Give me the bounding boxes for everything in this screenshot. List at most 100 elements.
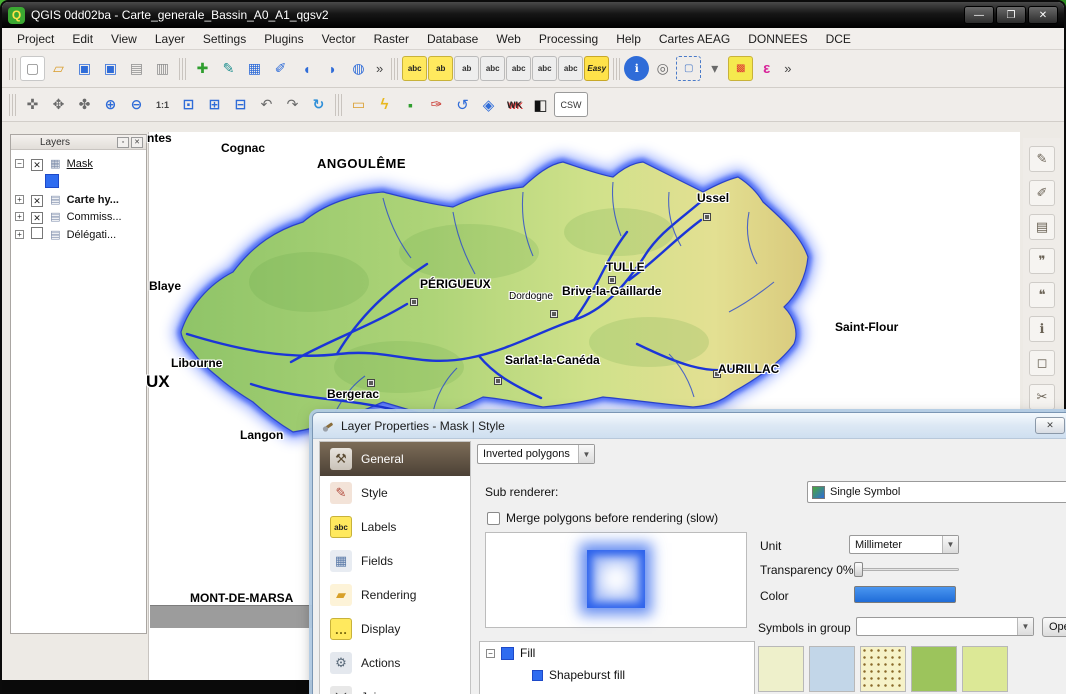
zoom-in-icon[interactable]: ⊕ bbox=[98, 92, 123, 117]
chevron-down-icon[interactable]: ▼ bbox=[578, 445, 594, 463]
layer-checkbox[interactable]: ✕ bbox=[31, 195, 43, 207]
georeferencer-icon[interactable]: ◈ bbox=[476, 92, 501, 117]
layer-label[interactable]: Commiss... bbox=[67, 211, 122, 223]
layer-checkbox[interactable]: ✕ bbox=[31, 159, 43, 171]
mask-tool-icon[interactable]: ◧ bbox=[528, 92, 553, 117]
tree-expander-icon[interactable]: + bbox=[15, 195, 24, 204]
save-project-icon[interactable]: ▣ bbox=[72, 56, 97, 81]
chevron-down-icon[interactable]: ▼ bbox=[1017, 618, 1033, 635]
layer-label[interactable]: Mask bbox=[67, 158, 93, 170]
zoom-layer-icon[interactable]: ⊟ bbox=[228, 92, 253, 117]
form-annotation-icon[interactable]: ❝ bbox=[1029, 282, 1055, 308]
style-pen-icon[interactable]: ✐ bbox=[1029, 180, 1055, 206]
tree-expander-icon[interactable]: + bbox=[15, 212, 24, 221]
unit-select[interactable]: Millimeter ▼ bbox=[849, 535, 959, 554]
panel-close-button[interactable]: ✕ bbox=[131, 137, 143, 148]
chevron-down-icon[interactable]: ▼ bbox=[942, 536, 958, 553]
close-button[interactable]: ✕ bbox=[1028, 6, 1058, 24]
wkt-icon[interactable]: WK bbox=[502, 92, 527, 117]
zoom-full-icon[interactable]: ⊡ bbox=[176, 92, 201, 117]
new-composer-icon[interactable]: ▤ bbox=[124, 56, 149, 81]
menu-item[interactable]: Raster bbox=[365, 30, 418, 48]
slider-track[interactable] bbox=[854, 568, 959, 571]
dialog-titlebar[interactable]: Layer Properties - Mask | Style ✕ bbox=[313, 413, 1066, 439]
maximize-button[interactable]: ❐ bbox=[996, 6, 1026, 24]
label-abc-icon[interactable]: abc bbox=[402, 56, 427, 81]
toolbar-grip[interactable] bbox=[179, 58, 186, 80]
label-circle-icon[interactable]: ab bbox=[454, 56, 479, 81]
zoom-next-icon[interactable]: ↷ bbox=[280, 92, 305, 117]
label-pin-icon[interactable]: abc bbox=[532, 56, 557, 81]
open-library-button[interactable]: Ope bbox=[1042, 617, 1066, 637]
move-item-icon[interactable]: ◻ bbox=[1029, 350, 1055, 376]
open-project-icon[interactable]: ▱ bbox=[46, 56, 71, 81]
menu-item[interactable]: Web bbox=[487, 30, 529, 48]
layer-checkbox[interactable]: ✕ bbox=[31, 212, 43, 224]
dialog-close-button[interactable]: ✕ bbox=[1035, 417, 1065, 434]
menu-item[interactable]: Cartes AEAG bbox=[650, 30, 739, 48]
add-feature-icon[interactable]: ✚ bbox=[190, 56, 215, 81]
toolbar-grip[interactable] bbox=[335, 94, 342, 116]
pan-icon[interactable]: ✥ bbox=[46, 92, 71, 117]
csw-button[interactable]: CSW bbox=[554, 92, 588, 117]
save-edits-icon[interactable]: ▦ bbox=[242, 56, 267, 81]
globe-icon[interactable]: ◍ bbox=[346, 56, 371, 81]
identify-icon[interactable]: ℹ bbox=[624, 56, 649, 81]
annotation-icon[interactable]: ▩ bbox=[728, 56, 753, 81]
toolbar-grip[interactable] bbox=[9, 58, 16, 80]
refresh-icon[interactable]: ↻ bbox=[306, 92, 331, 117]
menu-item[interactable]: Settings bbox=[194, 30, 255, 48]
layer-checkbox[interactable] bbox=[31, 227, 43, 239]
layer-item[interactable]: + ▤ Délégati... bbox=[13, 226, 144, 244]
minimize-button[interactable]: — bbox=[964, 6, 994, 24]
undo-icon[interactable]: ↺ bbox=[450, 92, 475, 117]
symbol-swatch[interactable] bbox=[911, 646, 957, 692]
dialog-tab[interactable]: ✎ Style bbox=[320, 476, 470, 510]
layer-label[interactable]: Carte hy... bbox=[67, 194, 119, 206]
tree-expander-icon[interactable]: − bbox=[486, 649, 495, 658]
scissors-icon[interactable]: ✂ bbox=[1029, 384, 1055, 410]
menu-item[interactable]: Processing bbox=[530, 30, 607, 48]
transparency-slider[interactable] bbox=[854, 561, 959, 577]
renderer-select[interactable]: Inverted polygons ▼ bbox=[477, 444, 595, 464]
select-region-icon[interactable]: ▢ bbox=[676, 56, 701, 81]
zoom-selection-icon[interactable]: ⊞ bbox=[202, 92, 227, 117]
layer-item[interactable]: + ✕ ▤ Carte hy... bbox=[13, 192, 144, 209]
menu-item[interactable]: Database bbox=[418, 30, 487, 48]
dialog-tab[interactable]: … Display bbox=[320, 612, 470, 646]
epsilon-icon[interactable]: ε bbox=[754, 56, 779, 81]
window-titlebar[interactable]: Q QGIS 0dd02ba - Carte_generale_Bassin_A… bbox=[2, 2, 1064, 28]
menu-item[interactable]: View bbox=[102, 30, 146, 48]
toolbar-overflow-icon[interactable]: » bbox=[780, 61, 795, 76]
pan-selection-icon[interactable]: ✤ bbox=[72, 92, 97, 117]
text-annotation-icon[interactable]: ❞ bbox=[1029, 248, 1055, 274]
toolbar-overflow-icon[interactable]: » bbox=[372, 61, 387, 76]
single-symbol-select[interactable]: Single Symbol bbox=[807, 481, 1066, 503]
symbol-swatch[interactable] bbox=[809, 646, 855, 692]
label-move-icon[interactable]: abc bbox=[480, 56, 505, 81]
new-map-icon[interactable]: ▪ bbox=[398, 92, 423, 117]
slider-handle[interactable] bbox=[854, 562, 863, 577]
symbol-swatch[interactable] bbox=[962, 646, 1008, 692]
merge-checkbox[interactable] bbox=[487, 512, 500, 525]
menu-item[interactable]: Project bbox=[8, 30, 63, 48]
draw-icon[interactable]: ✎ bbox=[1029, 146, 1055, 172]
menu-item[interactable]: DONNEES bbox=[739, 30, 816, 48]
layer-symbol-swatch[interactable] bbox=[45, 174, 59, 188]
map-tips-icon[interactable]: ℹ bbox=[1029, 316, 1055, 342]
dialog-tab[interactable]: ▰ Rendering bbox=[320, 578, 470, 612]
menu-item[interactable]: Vector bbox=[313, 30, 365, 48]
node-tool-icon[interactable]: ✐ bbox=[268, 56, 293, 81]
zoom-native-icon[interactable]: 1:1 bbox=[150, 92, 175, 117]
label-ab-pin-icon[interactable]: ab bbox=[428, 56, 453, 81]
new-project-icon[interactable]: ▢ bbox=[20, 56, 45, 81]
panel-float-button[interactable]: ▫ bbox=[117, 137, 129, 148]
curve-digitize-icon[interactable]: ◖ bbox=[294, 56, 319, 81]
dialog-tab[interactable]: ▦ Fields bbox=[320, 544, 470, 578]
menu-item[interactable]: Edit bbox=[63, 30, 102, 48]
tree-expander-icon[interactable]: − bbox=[15, 159, 24, 168]
symbol-tree-child-row[interactable]: Shapeburst fill bbox=[480, 664, 754, 686]
layer-item[interactable]: + ✕ ▤ Commiss... bbox=[13, 209, 144, 226]
save-style-icon[interactable]: ▤ bbox=[1029, 214, 1055, 240]
dialog-tab[interactable]: ⚙ Actions bbox=[320, 646, 470, 680]
